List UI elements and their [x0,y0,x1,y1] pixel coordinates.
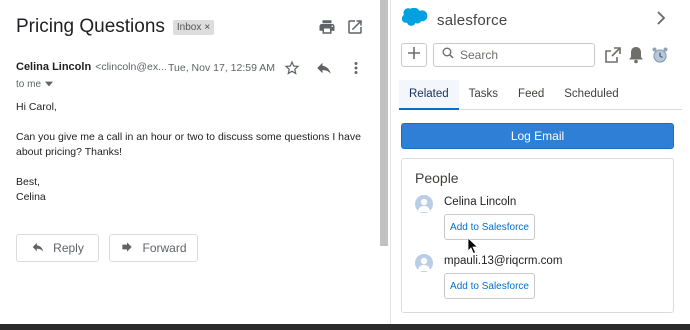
email-signature: Celina [16,191,46,203]
person-avatar-icon [415,195,433,213]
salesforce-brand-text: salesforce [437,12,508,29]
star-icon[interactable] [283,59,301,77]
salesforce-tabs: Related Tasks Feed Scheduled [399,80,682,110]
email-greeting: Hi Carol, [16,101,57,113]
tab-tasks[interactable]: Tasks [459,80,508,110]
bell-icon[interactable] [626,45,646,65]
forward-button[interactable]: Forward [109,234,198,262]
tab-related[interactable]: Related [399,80,459,110]
chevron-right-icon[interactable] [654,10,668,26]
search-input[interactable] [460,48,580,62]
email-body: Hi Carol, Can you give me a call in an h… [16,100,366,205]
salesforce-cloud-icon [401,7,431,33]
salesforce-header: salesforce [401,7,508,33]
open-in-new-window-icon[interactable] [346,18,364,36]
subject-row: Pricing Questions Inbox × [16,16,215,38]
new-record-button[interactable] [401,43,427,67]
salesforce-panel: salesforce Related Tasks Fee [390,0,690,324]
log-email-button[interactable]: Log Email [401,123,674,149]
forward-icon [120,240,134,257]
person-avatar-icon [415,254,433,272]
tab-feed[interactable]: Feed [508,80,554,110]
inbox-label-text: Inbox [176,21,202,33]
email-signoff: Best, [16,176,40,188]
email-pane: Pricing Questions Inbox × Celina Lincoln… [0,0,378,324]
mouse-cursor-icon [467,237,479,255]
reply-button-label: Reply [53,241,84,255]
taskbar-strip [0,324,690,330]
external-link-icon[interactable] [603,45,623,65]
email-body-paragraph: Can you give me a call in an hour or two… [16,131,361,158]
reply-icon[interactable] [315,59,333,77]
people-card-title: People [415,170,459,186]
person-name: Celina Lincoln [444,196,517,208]
tab-scheduled[interactable]: Scheduled [554,80,628,110]
salesforce-search[interactable] [433,43,595,67]
print-icon[interactable] [318,18,336,36]
add-to-salesforce-button[interactable]: Add to Salesforce [444,214,535,240]
email-scrollbar[interactable] [380,0,388,246]
plus-icon [407,46,421,65]
sender-name: Celina Lincoln [16,61,92,73]
forward-button-label: Forward [142,241,187,255]
sender-row: Celina Lincoln <clincoln@ex... [16,61,167,73]
search-icon [442,46,454,64]
email-subject: Pricing Questions [16,16,165,37]
reply-icon [31,240,45,257]
person-email: mpauli.13@riqcrm.com [444,255,563,267]
people-card: People Celina Lincoln Add to Salesforce … [401,158,674,313]
remove-label-button[interactable]: × [204,22,210,33]
reply-button[interactable]: Reply [16,234,99,262]
caret-down-icon [45,79,54,90]
alarm-clock-icon[interactable] [650,45,670,65]
app-root: Pricing Questions Inbox × Celina Lincoln… [0,0,690,330]
recipient-dropdown[interactable]: to me [16,79,54,90]
more-vert-icon[interactable] [347,59,365,77]
sender-email: <clincoln@ex... [95,61,167,73]
email-date: Tue, Nov 17, 12:59 AM [168,62,276,74]
recipient-text: to me [16,79,42,90]
add-to-salesforce-button[interactable]: Add to Salesforce [444,273,535,299]
inbox-label-chip: Inbox × [172,19,215,35]
